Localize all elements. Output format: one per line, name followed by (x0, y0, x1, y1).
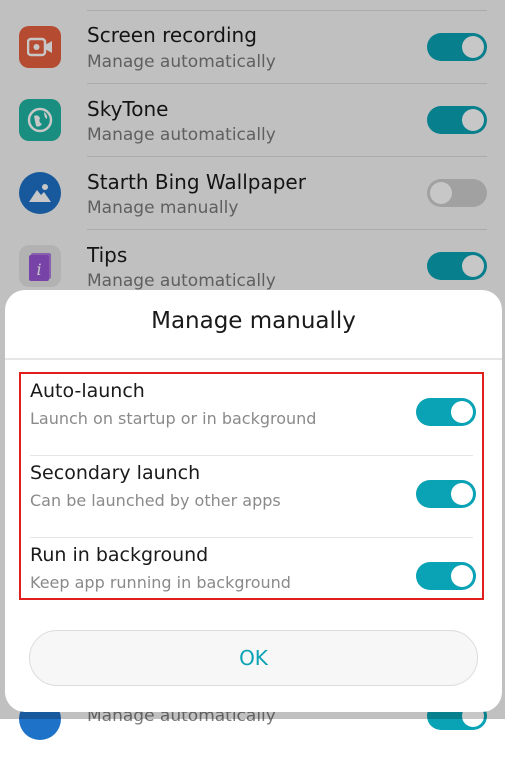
option-label: Secondary launch (30, 462, 201, 484)
option-secondary-launch[interactable]: Secondary launch Can be launched by othe… (21, 456, 482, 538)
secondary-launch-toggle[interactable] (416, 480, 476, 508)
option-run-in-background[interactable]: Run in background Keep app running in ba… (21, 538, 482, 620)
manage-manually-dialog: Manage manually Auto-launch Launch on st… (5, 290, 502, 712)
run-in-background-toggle[interactable] (416, 562, 476, 590)
option-label: Run in background (30, 544, 209, 566)
options-highlight-box: Auto-launch Launch on startup or in back… (19, 372, 484, 600)
option-label: Auto-launch (30, 380, 145, 402)
option-description: Can be launched by other apps (30, 491, 281, 510)
auto-launch-toggle[interactable] (416, 398, 476, 426)
option-description: Launch on startup or in background (30, 409, 317, 428)
ok-button[interactable]: OK (29, 630, 478, 686)
dialog-title: Manage manually (151, 308, 356, 334)
divider (5, 358, 502, 360)
option-auto-launch[interactable]: Auto-launch Launch on startup or in back… (21, 374, 482, 456)
option-description: Keep app running in background (30, 573, 291, 592)
